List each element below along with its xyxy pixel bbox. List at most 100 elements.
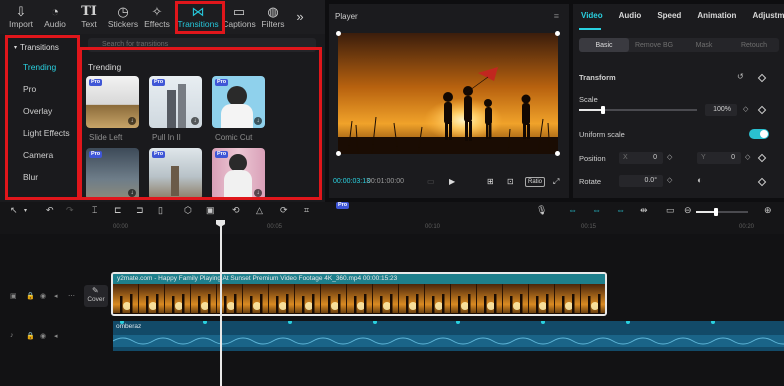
stepper-icon[interactable]: ◇ — [743, 105, 748, 113]
subtab-basic[interactable]: Basic — [579, 38, 629, 52]
category-blur[interactable]: Blur — [8, 166, 78, 188]
effects-button[interactable]: ✧ Effects — [140, 0, 174, 34]
resize-handle[interactable] — [555, 31, 560, 36]
track-settings-icon[interactable]: ▣ — [10, 292, 17, 300]
mirror-icon[interactable]: △ — [256, 205, 263, 216]
import-button[interactable]: ⇩ Import — [4, 0, 38, 34]
scale-input[interactable]: 100% — [705, 104, 737, 116]
subtab-mask[interactable]: Mask — [679, 38, 729, 52]
frame-icon[interactable]: ▭ — [427, 177, 435, 186]
reset-icon[interactable]: ↺ — [737, 72, 744, 81]
transitions-button[interactable]: ⋈ Transitions — [174, 0, 222, 34]
marker-icon[interactable]: ⬡ — [184, 205, 192, 216]
resize-handle[interactable] — [555, 151, 560, 156]
video-clip[interactable]: y2mate.com - Happy Family Playing At Sun… — [111, 272, 607, 316]
category-camera[interactable]: Camera — [8, 144, 78, 166]
expand-icon[interactable]: ⤢ — [553, 177, 559, 187]
zoom-out-icon[interactable]: ⊖ — [684, 205, 692, 216]
more-tools-button[interactable]: » — [290, 0, 310, 34]
ratio-button[interactable]: Ratio — [525, 177, 546, 187]
edit-icon: ✎ — [92, 286, 99, 295]
transition-card-comic-cut[interactable]: Pro ↓ — [212, 76, 265, 128]
captions-button[interactable]: ▭ Captions — [222, 0, 256, 34]
fullscreen-preview-icon[interactable]: ⊞ — [487, 177, 494, 186]
zoom-in-icon[interactable]: ⊕ — [764, 205, 772, 216]
transition-card[interactable]: Pro ↓ — [86, 148, 139, 200]
scale-label: Scale — [579, 95, 598, 104]
delete-icon[interactable]: ▯ — [158, 205, 163, 216]
more-icon[interactable]: ⋯ — [68, 292, 75, 300]
keyframe-icon[interactable] — [757, 177, 767, 187]
zoom-slider-knob[interactable] — [714, 208, 718, 216]
split-left-icon[interactable]: ⊏ — [114, 205, 122, 216]
transition-card[interactable]: Pro — [149, 148, 202, 200]
position-y-input[interactable]: Y 0 — [697, 152, 741, 164]
category-overlay[interactable]: Overlay — [8, 100, 78, 122]
reverse-icon[interactable]: ⟲ — [232, 205, 240, 216]
redo-icon[interactable]: ↷ — [66, 205, 74, 216]
subtab-remove-bg[interactable]: Remove BG — [629, 38, 679, 52]
text-label: Text — [81, 19, 97, 29]
mute-icon[interactable]: ◂ — [54, 292, 58, 300]
category-light-effects[interactable]: Light Effects — [8, 122, 78, 144]
keyframe-icon[interactable] — [757, 73, 767, 83]
stickers-button[interactable]: ◷ Stickers — [106, 0, 140, 34]
tab-animation[interactable]: Animation — [697, 11, 736, 25]
keyframe-icon[interactable] — [757, 153, 767, 163]
rotate-dial-icon[interactable]: ◐ — [697, 175, 702, 185]
category-pro[interactable]: Pro — [8, 78, 78, 100]
resize-handle[interactable] — [336, 31, 341, 36]
visibility-icon[interactable]: ◉ — [40, 292, 46, 300]
resize-handle[interactable] — [336, 151, 341, 156]
tab-video[interactable]: Video — [581, 11, 603, 25]
split-screen-icon[interactable]: ⇹ — [640, 205, 648, 216]
crop-clip-icon[interactable]: ⌗ — [304, 205, 309, 216]
snap-icon[interactable]: ⇔ — [592, 205, 601, 215]
select-cursor-icon[interactable]: ↖ — [10, 205, 18, 216]
position-x-input[interactable]: X 0 — [619, 152, 663, 164]
link-icon[interactable]: ⇔ — [568, 205, 577, 215]
tab-audio[interactable]: Audio — [619, 11, 642, 25]
rotate-input[interactable]: 0.0° — [619, 175, 663, 187]
audio-clip[interactable]: omberaz — [113, 321, 784, 351]
tab-adjustment[interactable]: Adjustment — [752, 11, 784, 25]
preview-axis-icon[interactable]: ⇔ — [616, 205, 625, 215]
audio-button[interactable]: ◔ Audio — [38, 0, 72, 34]
freeze-icon[interactable]: ▣ — [206, 205, 215, 216]
subtab-retouch[interactable]: Retouch — [729, 38, 779, 52]
split-right-icon[interactable]: ⊐ — [136, 205, 144, 216]
search-input[interactable]: Search for transitions — [88, 38, 316, 52]
playhead-line[interactable] — [220, 222, 222, 386]
visibility-icon[interactable]: ◉ — [40, 332, 46, 340]
zoom-slider-fill — [696, 211, 716, 213]
chevron-down-icon[interactable]: ▾ — [24, 207, 27, 214]
transition-card-slide-left[interactable]: Pro ↓ — [86, 76, 139, 128]
uniform-scale-toggle[interactable] — [749, 129, 769, 139]
rotate-clip-icon[interactable]: ⟳ — [280, 205, 288, 216]
crop-icon[interactable]: ⊡ — [507, 177, 514, 186]
text-button[interactable]: TI Text — [72, 0, 106, 34]
timeline-ruler[interactable]: 00:00 00:05 00:10 00:15 00:20 — [0, 220, 784, 234]
keyframe-icon[interactable] — [757, 105, 767, 115]
stepper-icon[interactable]: ◇ — [667, 176, 672, 184]
lock-icon[interactable]: 🔒 — [26, 292, 35, 300]
filters-button[interactable]: ◍ Filters — [256, 0, 290, 34]
category-header[interactable]: ▾ Transitions — [8, 38, 78, 56]
category-trending[interactable]: Trending — [8, 56, 78, 78]
scale-slider-knob[interactable] — [601, 106, 605, 114]
tab-speed[interactable]: Speed — [657, 11, 681, 25]
transition-card[interactable]: Pro ↓ — [212, 148, 265, 200]
transition-card-pull-in-ii[interactable]: Pro ↓ — [149, 76, 202, 128]
play-button[interactable]: ▶ — [449, 177, 455, 186]
split-icon[interactable]: ⌶ — [92, 205, 97, 216]
lock-icon[interactable]: 🔒 — [26, 332, 35, 340]
microphone-icon[interactable]: 🎙 — [536, 205, 547, 216]
stepper-icon[interactable]: ◇ — [745, 153, 750, 161]
comment-icon[interactable]: ▭ — [666, 205, 675, 216]
video-preview[interactable] — [338, 33, 558, 154]
mute-icon[interactable]: ◂ — [54, 332, 58, 340]
undo-icon[interactable]: ↶ — [46, 205, 54, 216]
stepper-icon[interactable]: ◇ — [667, 153, 672, 161]
cover-button[interactable]: ✎ Cover — [84, 285, 108, 307]
menu-icon[interactable]: ≡ — [554, 11, 559, 21]
